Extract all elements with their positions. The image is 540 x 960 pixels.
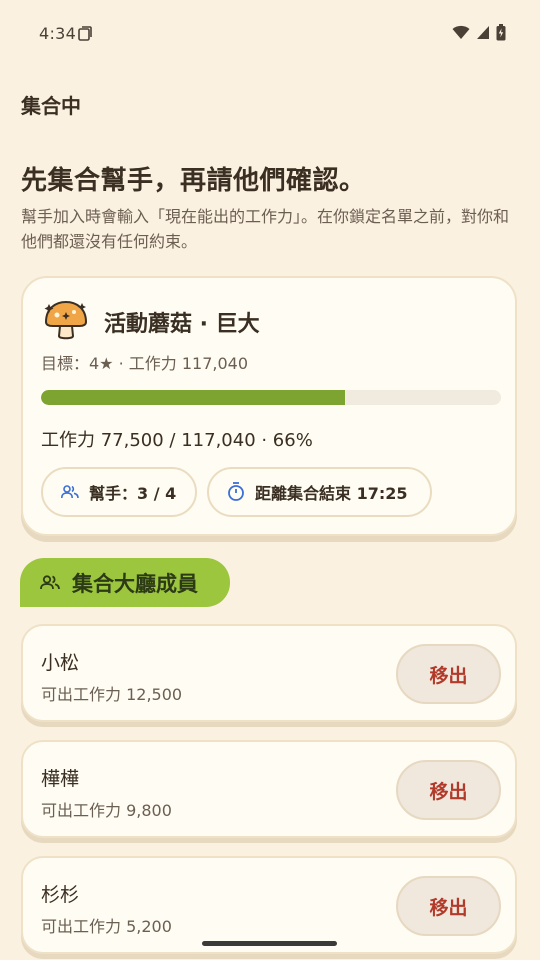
member-name: 杉杉 [41, 884, 80, 906]
status-bar: 4:34 [0, 0, 540, 68]
members-section-title: 集合大廳成員 [72, 571, 198, 596]
sim-card-icon [78, 26, 92, 41]
event-card: 活動蘑菇 · 巨大 目標：4★ · 工作力 117,040 工作力 77,500… [21, 276, 517, 536]
progress-fill [41, 390, 345, 405]
timer-icon [228, 482, 244, 501]
helpers-chip[interactable]: 幫手：3 / 4 [41, 467, 197, 517]
event-target: 目標：4★ · 工作力 117,040 [41, 354, 249, 373]
progress-bar [41, 390, 501, 405]
member-row: 樺樺 可出工作力 9,800 移出 [21, 740, 517, 838]
signal-icon [477, 26, 489, 39]
event-name: 活動蘑菇 · 巨大 [104, 312, 260, 337]
member-name: 小松 [41, 652, 80, 674]
progress-text: 工作力 77,500 / 117,040 · 66% [41, 430, 313, 451]
member-row: 小松 可出工作力 12,500 移出 [21, 624, 517, 722]
member-power: 可出工作力 12,500 [41, 685, 183, 704]
page-description: 幫手加入時會輸入「現在能出的工作力」。在你鎖定名單之前，對你和他們都還沒有任何約… [21, 207, 510, 251]
remove-member-button[interactable]: 移出 [396, 876, 501, 936]
members-section-label: 集合大廳成員 [20, 558, 230, 607]
wifi-icon [452, 25, 470, 39]
status-icons [452, 24, 506, 41]
people-icon [40, 575, 60, 590]
helpers-count: 幫手：3 / 4 [89, 484, 177, 503]
member-power: 可出工作力 5,200 [41, 917, 172, 936]
page-headline: 先集合幫手，再請他們確認。 [21, 166, 366, 196]
member-name: 樺樺 [41, 768, 80, 790]
timer-text: 距離集合結束 17:25 [255, 484, 408, 503]
remove-member-button[interactable]: 移出 [396, 760, 501, 820]
battery-icon [496, 24, 506, 41]
people-icon [61, 485, 79, 499]
timer-chip[interactable]: 距離集合結束 17:25 [207, 467, 432, 517]
mushroom-icon [44, 300, 88, 340]
remove-member-button[interactable]: 移出 [396, 644, 501, 704]
gesture-navigation-bar[interactable] [202, 941, 337, 946]
member-row: 杉杉 可出工作力 5,200 移出 [21, 856, 517, 954]
screen-title: 集合中 [21, 94, 81, 118]
member-power: 可出工作力 9,800 [41, 801, 172, 820]
status-time: 4:34 [39, 24, 77, 43]
